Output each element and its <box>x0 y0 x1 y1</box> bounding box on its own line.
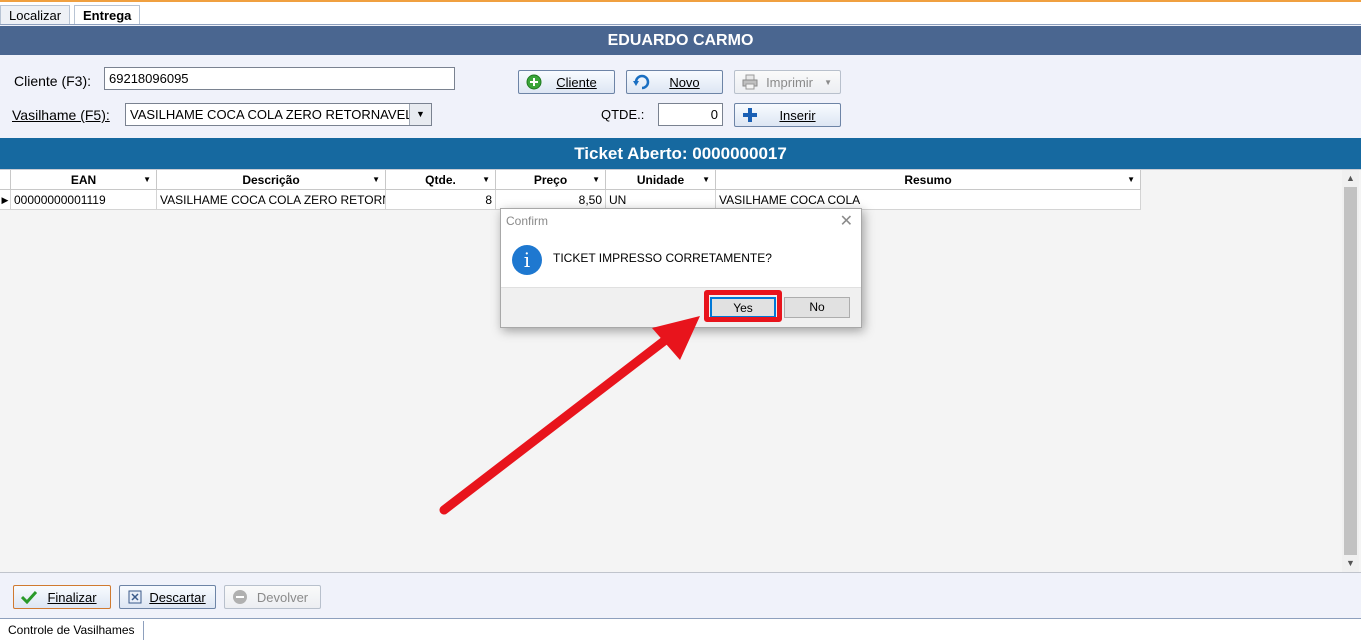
cliente-button[interactable]: Cliente <box>518 70 615 94</box>
column-header-label: Descrição <box>242 173 300 187</box>
qtde-input[interactable]: 0 <box>658 103 723 126</box>
column-header-label: Preço <box>533 173 568 187</box>
bottom-toolbar: Finalizar Descartar Devolver <box>0 573 1361 619</box>
dialog-message: TICKET IMPRESSO CORRETAMENTE? <box>553 251 772 265</box>
cell-qtde[interactable]: 8 <box>386 190 496 210</box>
cell-descricao[interactable]: VASILHAME COCA COLA ZERO RETORNAVEL <box>157 190 386 210</box>
imprimir-button-label: Imprimir <box>766 74 813 90</box>
column-header-qtde[interactable]: Qtde. ▼ <box>386 170 496 190</box>
novo-button-label: Novo <box>669 74 700 90</box>
minus-circle-icon <box>231 588 249 606</box>
vertical-scrollbar[interactable]: ▲ ▼ <box>1342 170 1359 572</box>
devolver-button-label: Devolver <box>256 589 309 605</box>
filter-arrow-icon[interactable]: ▼ <box>592 170 600 190</box>
refresh-icon <box>633 73 651 91</box>
scroll-up-icon[interactable]: ▲ <box>1342 170 1359 187</box>
inserir-button[interactable]: Inserir <box>734 103 841 127</box>
filter-arrow-icon[interactable]: ▼ <box>702 170 710 190</box>
cliente-label: Cliente (F3): <box>14 73 92 89</box>
inserir-button-label: Inserir <box>779 107 816 123</box>
vasilhame-combo[interactable]: VASILHAME COCA COLA ZERO RETORNAVEL ▼ <box>125 103 432 126</box>
devolver-button[interactable]: Devolver <box>224 585 321 609</box>
dialog-title: Confirm <box>506 214 549 228</box>
qtde-label: QTDE.: <box>601 107 645 122</box>
info-icon: i <box>512 245 542 275</box>
checkmark-icon <box>20 588 38 606</box>
no-button[interactable]: No <box>784 297 850 318</box>
dialog-footer: Yes No <box>501 287 861 327</box>
discard-icon <box>126 588 144 606</box>
tab-entrega[interactable]: Entrega <box>74 5 141 26</box>
app-window: Localizar Entrega EDUARDO CARMO Cliente … <box>0 0 1361 640</box>
column-header-ean[interactable]: EAN ▼ <box>11 170 157 190</box>
column-header-unidade[interactable]: Unidade ▼ <box>606 170 716 190</box>
vasilhame-value: VASILHAME COCA COLA ZERO RETORNAVEL <box>130 107 413 122</box>
grid-corner <box>0 170 11 190</box>
confirm-dialog: Confirm ✕ i TICKET IMPRESSO CORRETAMENTE… <box>500 208 862 328</box>
cell-preco[interactable]: 8,50 <box>496 190 606 210</box>
column-header-label: Qtde. <box>425 173 456 187</box>
bottom-tab-bar: Controle de Vasilhames <box>0 618 1361 640</box>
cell-ean[interactable]: 00000000001119 <box>11 190 157 210</box>
filter-arrow-icon[interactable]: ▼ <box>372 170 380 190</box>
close-icon[interactable]: ✕ <box>840 211 853 231</box>
plus-icon <box>741 106 759 124</box>
cliente-button-label: Cliente <box>556 74 597 90</box>
printer-icon <box>741 73 759 91</box>
descartar-button-label: Descartar <box>149 589 206 605</box>
cell-resumo[interactable]: VASILHAME COCA COLA <box>716 190 1141 210</box>
annotation-highlight-box <box>704 290 782 322</box>
column-header-label: Resumo <box>904 173 952 187</box>
column-header-descricao[interactable]: Descrição ▼ <box>157 170 386 190</box>
tab-localizar[interactable]: Localizar <box>0 5 71 26</box>
tab-controle-vasilhames[interactable]: Controle de Vasilhames <box>0 621 144 640</box>
cliente-input[interactable]: 69218096095 <box>104 67 455 90</box>
scroll-down-icon[interactable]: ▼ <box>1342 555 1359 572</box>
vasilhame-label: Vasilhame (F5): <box>12 107 110 123</box>
ticket-title-band: Ticket Aberto: 0000000017 <box>0 138 1361 169</box>
scroll-thumb[interactable] <box>1344 187 1357 555</box>
novo-button[interactable]: Novo <box>626 70 723 94</box>
filter-arrow-icon[interactable]: ▼ <box>1127 170 1135 190</box>
items-grid: EAN ▼ Descrição ▼ Qtde. ▼ Preço ▼ Unidade ▼ R… <box>0 170 1141 210</box>
filter-arrow-icon[interactable]: ▼ <box>482 170 490 190</box>
column-header-label: EAN <box>70 173 97 187</box>
column-header-preco[interactable]: Preço ▼ <box>496 170 606 190</box>
row-indicator-icon[interactable]: ▶ <box>0 190 11 210</box>
add-circle-icon <box>525 73 543 91</box>
imprimir-button[interactable]: Imprimir ▼ <box>734 70 841 94</box>
descartar-button[interactable]: Descartar <box>119 585 216 609</box>
combo-dropdown-icon[interactable]: ▼ <box>409 104 431 125</box>
chevron-down-icon: ▼ <box>824 77 832 87</box>
tab-bar: Localizar Entrega <box>0 2 1361 26</box>
customer-name-header: EDUARDO CARMO <box>0 26 1361 55</box>
cell-unidade[interactable]: UN <box>606 190 716 210</box>
finalizar-button-label: Finalizar <box>47 589 97 605</box>
column-header-label: Unidade <box>636 173 685 187</box>
filter-arrow-icon[interactable]: ▼ <box>143 170 151 190</box>
finalizar-button[interactable]: Finalizar <box>13 585 111 609</box>
column-header-resumo[interactable]: Resumo ▼ <box>716 170 1141 190</box>
